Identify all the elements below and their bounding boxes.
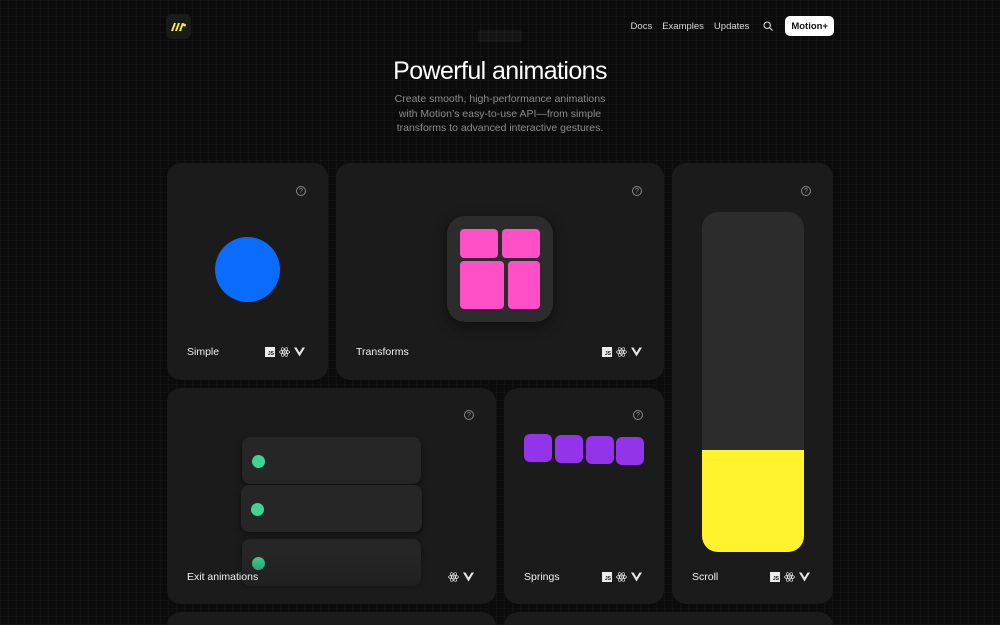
card-next-right[interactable]	[504, 612, 833, 625]
js-icon[interactable]: JS	[602, 572, 612, 582]
vue-icon[interactable]	[463, 572, 474, 582]
nav-examples-link[interactable]: Examples	[662, 21, 704, 32]
vue-icon[interactable]	[294, 347, 305, 357]
help-icon[interactable]: ?	[296, 186, 306, 196]
scroll-track[interactable]	[702, 212, 804, 552]
framework-icons: JS	[770, 572, 810, 582]
nav-updates-link[interactable]: Updates	[714, 21, 749, 32]
react-icon[interactable]	[448, 572, 459, 582]
page-subtitle: Create smooth, high-performance animatio…	[394, 93, 606, 134]
spring-box	[524, 434, 552, 462]
js-icon[interactable]: JS	[265, 347, 275, 357]
search-button[interactable]	[761, 19, 775, 33]
top-nav: Docs Examples Updates Motion+	[631, 16, 834, 36]
react-icon[interactable]	[616, 347, 627, 357]
blue-circle	[215, 237, 280, 302]
vue-icon[interactable]	[799, 572, 810, 582]
list-item	[241, 485, 422, 532]
help-icon[interactable]: ?	[632, 186, 642, 196]
transform-grid-shape	[460, 229, 540, 309]
help-icon[interactable]: ?	[464, 410, 474, 420]
transform-tile	[447, 216, 553, 322]
help-icon[interactable]: ?	[633, 410, 643, 420]
card-simple[interactable]: ? Simple JS	[167, 163, 328, 380]
card-transforms[interactable]: ? Transforms JS	[336, 163, 664, 380]
search-icon	[763, 21, 774, 31]
card-springs[interactable]: ? Springs JS	[504, 388, 664, 604]
spring-box	[555, 435, 583, 463]
react-icon[interactable]	[616, 572, 627, 582]
framework-icons	[448, 572, 474, 582]
spring-box	[616, 437, 644, 465]
card-scroll[interactable]: ? Scroll JS	[672, 163, 833, 604]
status-dot	[252, 455, 265, 468]
card-label: Transforms	[356, 346, 409, 358]
motion-logo[interactable]	[166, 14, 191, 39]
help-icon[interactable]: ?	[801, 186, 811, 196]
vue-icon[interactable]	[631, 347, 642, 357]
nav-docs-link[interactable]: Docs	[631, 21, 653, 32]
react-icon[interactable]	[279, 347, 290, 357]
framework-icons: JS	[602, 572, 642, 582]
card-label: Scroll	[692, 571, 719, 583]
card-label: Exit animations	[187, 571, 259, 583]
framework-icons: JS	[265, 347, 305, 357]
spring-box	[586, 436, 614, 464]
motion-plus-button[interactable]: Motion+	[785, 16, 834, 36]
card-exit-animations[interactable]: ? Exit animations	[167, 388, 496, 604]
vue-icon[interactable]	[631, 572, 642, 582]
status-dot	[251, 503, 264, 516]
scroll-progress-fill	[702, 450, 804, 552]
motion-logo-icon	[171, 22, 186, 31]
framework-icons: JS	[602, 347, 642, 357]
card-label: Simple	[187, 346, 220, 358]
page-title: Powerful animations	[393, 57, 607, 85]
card-next-left[interactable]	[167, 612, 496, 625]
js-icon[interactable]: JS	[770, 572, 780, 582]
react-icon[interactable]	[784, 572, 795, 582]
header-placeholder	[478, 30, 522, 42]
list-item	[242, 437, 421, 484]
card-label: Springs	[524, 571, 560, 583]
js-icon[interactable]: JS	[602, 347, 612, 357]
